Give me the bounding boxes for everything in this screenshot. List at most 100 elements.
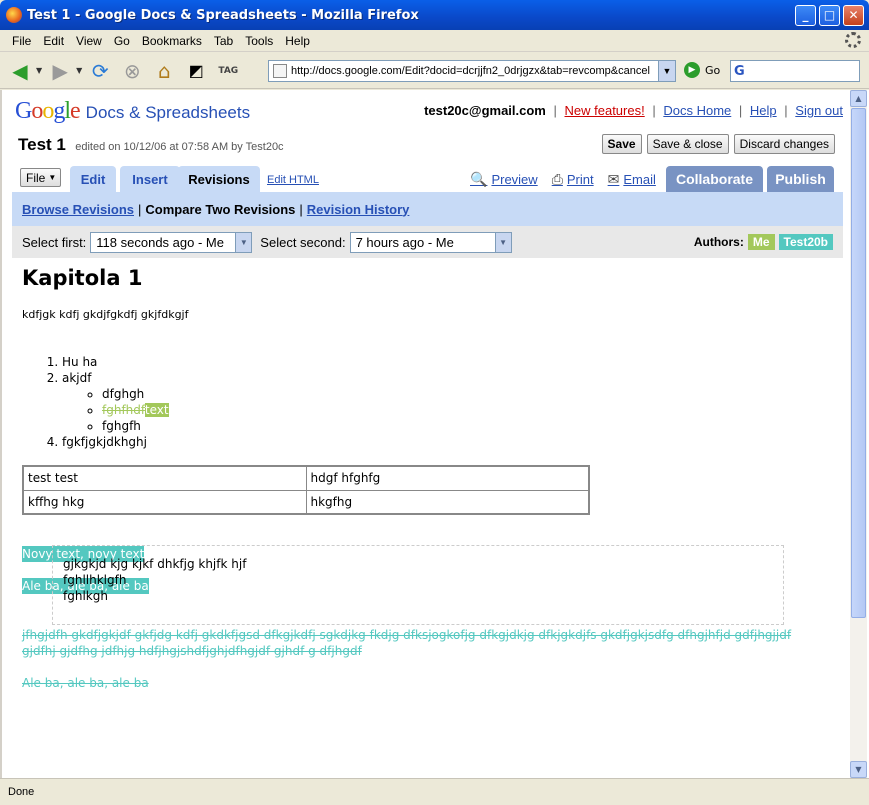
table-cell: hdgf hfghfg <box>305 465 590 491</box>
box-line: gjkgkjd kjg kjkf dhkfjg khjfk hjf <box>63 557 247 571</box>
author-chip-test20b: Test20b <box>778 234 833 250</box>
close-button[interactable]: ✕ <box>843 4 864 26</box>
menu-help[interactable]: Help <box>279 34 316 48</box>
chevron-down-icon: ▼ <box>235 232 252 252</box>
scroll-up-icon[interactable]: ▲ <box>850 90 867 107</box>
dashed-text-box: gjkgkjd kjg kjkf dhkfjg khjfk hjf fghllh… <box>52 545 784 625</box>
table-row: test test hdgf hfghfg <box>22 465 590 491</box>
table-cell: test test <box>22 465 307 491</box>
page-content: Google Docs & Spreadsheets test20c@gmail… <box>12 90 843 778</box>
vertical-scrollbar[interactable]: ▲ ▼ <box>850 90 867 778</box>
firefox-icon <box>6 7 22 23</box>
tab-insert[interactable]: Insert <box>120 166 180 192</box>
go-arrow-icon: ▶ <box>684 62 700 78</box>
minimize-button[interactable]: _ <box>795 4 816 26</box>
tag-icon[interactable]: TAG <box>214 57 242 85</box>
forward-arrow-icon[interactable]: ▶ <box>46 57 74 85</box>
menu-go[interactable]: Go <box>108 34 136 48</box>
edit-html-link[interactable]: Edit HTML <box>267 174 319 186</box>
document-tool-links: 🔍 Preview ⎙ Print ✉ Email <box>470 171 656 188</box>
list-item: fghgfh <box>102 418 169 434</box>
preview-link[interactable]: 🔍 Preview <box>470 171 538 188</box>
docs-home-link[interactable]: Docs Home <box>663 103 731 118</box>
bookmark-grid-icon[interactable]: ◩ <box>182 57 210 85</box>
select-second-label: Select second: <box>260 234 346 250</box>
revision-history-link[interactable]: Revision History <box>307 202 410 217</box>
nested-list: dfghgh fghfhdftext fghgfh <box>62 386 169 434</box>
menu-tools[interactable]: Tools <box>239 34 279 48</box>
url-dropdown-icon[interactable]: ▼ <box>658 61 675 81</box>
tab-edit[interactable]: Edit <box>70 166 116 192</box>
tab-collaborate[interactable]: Collaborate <box>666 166 763 192</box>
forward-history-dropdown-icon[interactable]: ▼ <box>76 66 82 75</box>
document-actions: Save Save & close Discard changes <box>601 134 835 154</box>
scroll-down-icon[interactable]: ▼ <box>850 761 867 778</box>
go-button[interactable]: ▶ Go <box>684 62 720 78</box>
sign-out-link[interactable]: Sign out <box>795 103 843 118</box>
table-row: kffhg hkg hkgfhg <box>22 489 590 515</box>
list-item: Hu ha <box>62 354 169 370</box>
menu-file[interactable]: File <box>6 34 37 48</box>
email-link[interactable]: ✉ Email <box>608 171 656 188</box>
edited-info: edited on 10/12/06 at 07:58 AM by Test20… <box>75 141 284 153</box>
maximize-button[interactable]: □ <box>819 4 840 26</box>
window-titlebar: Test 1 - Google Docs & Spreadsheets - Mo… <box>0 0 869 30</box>
back-arrow-icon[interactable]: ◀ <box>6 57 34 85</box>
deleted-paragraph: jfhgjdfh gkdfjgkjdf gkfjdg kdfj gkdkfjgs… <box>22 628 792 658</box>
scroll-thumb[interactable] <box>851 108 866 618</box>
chevron-down-icon: ▼ <box>494 232 511 252</box>
list-item: dfghgh <box>102 386 169 402</box>
menu-tab[interactable]: Tab <box>208 34 239 48</box>
author-chip-me: Me <box>747 234 775 250</box>
document-title[interactable]: Test 1 <box>18 135 66 154</box>
authors-label: Authors: <box>693 235 744 249</box>
user-email: test20c@gmail.com <box>424 103 546 118</box>
menu-view[interactable]: View <box>70 34 108 48</box>
save-close-button[interactable]: Save & close <box>646 134 729 154</box>
ordered-list: Hu ha akjdf dfghgh fghfhdftext fghgfh fg… <box>22 354 169 450</box>
throbber-icon <box>845 32 861 48</box>
preview-icon: 🔍 <box>470 171 488 187</box>
url-bar[interactable]: http://docs.google.com/Edit?docid=dcrjjf… <box>268 60 676 82</box>
menu-edit[interactable]: Edit <box>37 34 70 48</box>
reload-icon[interactable]: ⟳ <box>86 57 114 85</box>
tab-publish[interactable]: Publish <box>767 166 834 192</box>
revisions-nav-bar: Browse Revisions | Compare Two Revisions… <box>12 192 843 226</box>
revision-select-bar: Select first: 118 seconds ago - Me ▼ Sel… <box>12 226 843 258</box>
select-first-label: Select first: <box>22 234 87 250</box>
discard-changes-button[interactable]: Discard changes <box>733 134 835 154</box>
print-link[interactable]: ⎙ Print <box>552 171 594 188</box>
document-table: test test hdgf hfghfg kffhg hkg hkgfhg <box>22 465 590 515</box>
help-link[interactable]: Help <box>750 103 777 118</box>
select-first-dropdown[interactable]: 118 seconds ago - Me ▼ <box>90 231 253 253</box>
document-title-row: Test 1 edited on 10/12/06 at 07:58 AM by… <box>18 135 284 155</box>
editor-tab-row: File ▼ Edit Insert Revisions Edit HTML 🔍… <box>12 164 843 192</box>
save-button[interactable]: Save <box>601 134 642 154</box>
page-viewport: Google Docs & Spreadsheets test20c@gmail… <box>0 90 869 778</box>
browse-revisions-link[interactable]: Browse Revisions <box>22 202 134 217</box>
new-features-link[interactable]: New features! <box>565 103 645 118</box>
deleted-paragraph: Ale ba, ale ba, ale ba <box>22 676 149 690</box>
status-bar: Done <box>0 778 869 805</box>
table-cell: kffhg hkg <box>22 489 307 515</box>
box-line: fghllhklgfh <box>63 573 127 587</box>
url-text[interactable]: http://docs.google.com/Edit?docid=dcrjjf… <box>291 65 658 77</box>
google-docs-logo[interactable]: Google Docs & Spreadsheets <box>15 98 250 125</box>
list-item: fgkfjgkjdkhghj <box>62 434 169 450</box>
file-menu-button[interactable]: File ▼ <box>20 168 61 187</box>
google-logo: Google <box>15 98 81 124</box>
authors-legend: Authors: Me Test20b <box>694 234 833 250</box>
home-icon[interactable]: ⌂ <box>150 57 178 85</box>
list-item: fghfhdftext <box>102 402 169 418</box>
menu-bookmarks[interactable]: Bookmarks <box>136 34 208 48</box>
tab-revisions[interactable]: Revisions <box>178 166 260 192</box>
go-label: Go <box>705 63 721 77</box>
google-search-icon[interactable]: G <box>734 64 745 79</box>
stop-icon[interactable]: ⊗ <box>118 57 146 85</box>
table-cell: hkgfhg <box>305 489 590 515</box>
navigation-toolbar: ◀ ▼ ▶ ▼ ⟳ ⊗ ⌂ ◩ TAG http://docs.google.c… <box>0 53 869 89</box>
search-box[interactable]: G <box>730 60 860 82</box>
select-second-dropdown[interactable]: 7 hours ago - Me ▼ <box>349 231 512 253</box>
document-heading: Kapitola 1 <box>22 266 143 290</box>
back-history-dropdown-icon[interactable]: ▼ <box>36 66 42 75</box>
